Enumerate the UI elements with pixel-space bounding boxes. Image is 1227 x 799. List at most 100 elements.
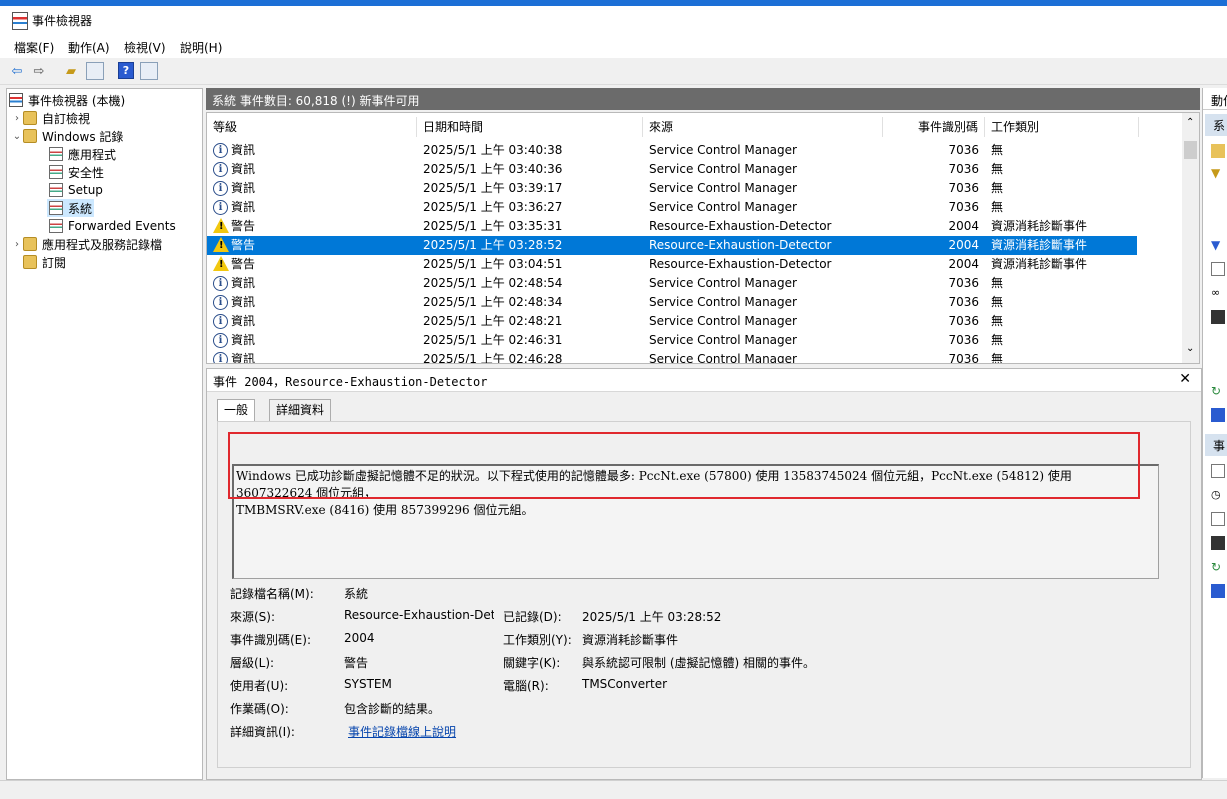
event-message-line: TMBMSRV.exe (8416) 使用 857399296 個位元組。 [236, 503, 534, 517]
menu-file[interactable]: 檔案(F) [14, 39, 54, 56]
refresh-icon[interactable]: ↻ [1211, 560, 1225, 574]
copy-icon[interactable] [1211, 512, 1225, 526]
refresh-icon[interactable]: ↻ [1211, 384, 1225, 398]
chevron-right-icon[interactable]: › [11, 239, 23, 250]
back-icon[interactable]: ⇦ [8, 62, 26, 80]
open-log-icon[interactable] [1211, 144, 1225, 158]
event-row[interactable]: i 資訊 2025/5/1 上午 02:46:31 Service Control M… [207, 331, 1137, 350]
cell-datetime: 2025/5/1 上午 03:40:38 [423, 143, 563, 157]
column-source[interactable]: 來源 [643, 117, 883, 137]
event-row[interactable]: i 資訊 2025/5/1 上午 02:48:54 Service Control M… [207, 274, 1137, 293]
show-tree-icon[interactable] [86, 62, 104, 80]
cell-source: Service Control Manager [649, 200, 797, 214]
online-help-link[interactable]: 事件記錄檔線上說明 [348, 723, 456, 740]
column-event-id[interactable]: 事件識別碼 [883, 117, 985, 137]
menu-action[interactable]: 動作(A) [68, 39, 110, 56]
tree-log-system[interactable]: 系統 [47, 199, 95, 217]
cell-task: 無 [991, 276, 1004, 290]
tree-app-services[interactable]: › 應用程式及服務記錄檔 [11, 235, 162, 253]
filter-icon[interactable]: ▼ [1211, 166, 1225, 180]
navigation-tree: 事件檢視器 (本機) › 自訂檢視 ⌄ Windows 記錄 應用程式 安全性 … [6, 88, 203, 780]
cell-source: Service Control Manager [649, 295, 797, 309]
actions-pane: 動作 系 ▼ ▼ ∞ ↻ 事 ◷ ↻ [1202, 88, 1227, 778]
cell-source: Service Control Manager [649, 314, 797, 328]
computer-value: TMSConverter [582, 677, 668, 691]
event-row[interactable]: i 資訊 2025/5/1 上午 03:36:27 Service Control M… [207, 198, 1137, 217]
info-icon: i [213, 143, 228, 158]
column-datetime[interactable]: 日期和時間 [417, 117, 643, 137]
help-icon[interactable] [1211, 408, 1225, 422]
cell-datetime: 2025/5/1 上午 02:46:31 [423, 333, 563, 347]
scrollbar-thumb[interactable] [1184, 141, 1197, 159]
cell-datetime: 2025/5/1 上午 03:04:51 [423, 257, 563, 271]
find-icon[interactable]: ∞ [1211, 286, 1225, 300]
tree-root[interactable]: 事件檢視器 (本機) [9, 91, 125, 109]
actions-section-event[interactable]: 事 [1205, 434, 1227, 456]
event-row[interactable]: i 資訊 2025/5/1 上午 02:46:28 Service Control M… [207, 350, 1137, 364]
cell-datetime: 2025/5/1 上午 02:48:21 [423, 314, 563, 328]
help-icon[interactable] [1211, 584, 1225, 598]
chevron-down-icon[interactable]: ⌄ [11, 131, 23, 142]
tree-windows-logs[interactable]: ⌄ Windows 記錄 [11, 127, 123, 145]
user-value: SYSTEM [344, 677, 392, 691]
tree-log-setup[interactable]: Setup [49, 181, 103, 199]
help-icon[interactable]: ? [118, 62, 134, 79]
tab-details[interactable]: 詳細資料 [269, 399, 332, 421]
tree-subscriptions[interactable]: 訂閱 [23, 253, 66, 271]
tree-log-forwarded[interactable]: Forwarded Events [49, 217, 176, 235]
cell-level: 警告 [231, 257, 256, 271]
info-icon: i [213, 295, 228, 310]
tab-general[interactable]: 一般 [217, 399, 256, 422]
keywords-value: 與系統認可限制 (虛擬記憶體) 相關的事件。 [582, 656, 815, 670]
column-level[interactable]: 等級 [207, 117, 417, 137]
chevron-down-icon[interactable]: ⌄ [1186, 343, 1194, 354]
menu-view[interactable]: 檢視(V) [124, 39, 166, 56]
actions-section-system[interactable]: 系 [1205, 114, 1227, 136]
filter-icon[interactable]: ▼ [1211, 238, 1225, 252]
tree-subscriptions-label: 訂閱 [42, 255, 67, 270]
chevron-right-icon[interactable]: › [11, 113, 23, 124]
event-row[interactable]: i 資訊 2025/5/1 上午 03:40:36 Service Control M… [207, 160, 1137, 179]
tree-custom-views[interactable]: › 自訂檢視 [11, 109, 90, 127]
event-row[interactable]: i 資訊 2025/5/1 上午 02:48:21 Service Control M… [207, 312, 1137, 331]
warning-icon [213, 256, 229, 271]
open-folder-icon[interactable]: ▰ [62, 62, 80, 80]
properties-icon[interactable] [1211, 262, 1225, 276]
event-row[interactable]: i 資訊 2025/5/1 上午 03:40:38 Service Control M… [207, 141, 1137, 160]
cell-task: 資源消耗診斷事件 [991, 238, 1088, 252]
tree-log-application[interactable]: 應用程式 [49, 145, 116, 163]
event-row[interactable]: i 資訊 2025/5/1 上午 02:48:34 Service Control M… [207, 293, 1137, 312]
actions-header: 動作 [1203, 88, 1227, 110]
event-id-value: 2004 [344, 631, 375, 645]
attach-task-icon[interactable]: ◷ [1211, 488, 1225, 502]
cell-task: 無 [991, 352, 1004, 364]
menu-help[interactable]: 說明(H) [180, 39, 222, 56]
show-action-pane-icon[interactable] [140, 62, 158, 80]
event-row[interactable]: 警告 2025/5/1 上午 03:35:31 Resource-Exhaustio… [207, 217, 1137, 236]
save-selected-icon[interactable] [1211, 536, 1225, 550]
save-icon[interactable] [1211, 310, 1225, 324]
event-row[interactable]: 警告 2025/5/1 上午 03:04:51 Resource-Exhaustio… [207, 255, 1137, 274]
cell-source: Resource-Exhaustion-Detector [649, 219, 832, 233]
keywords-label: 關鍵字(K): [503, 656, 561, 670]
source-label: 來源(S): [230, 610, 276, 624]
logged-value: 2025/5/1 上午 03:28:52 [582, 610, 722, 624]
chevron-up-icon[interactable]: ⌃ [1186, 117, 1194, 128]
column-task[interactable]: 工作類別 [985, 117, 1139, 137]
cell-datetime: 2025/5/1 上午 03:39:17 [423, 181, 563, 195]
tree-log-label: 系統 [68, 201, 93, 216]
log-icon [49, 147, 63, 161]
detail-header: 事件 2004，Resource-Exhaustion-Detector ✕ [207, 369, 1201, 392]
cell-task: 無 [991, 295, 1004, 309]
event-row[interactable]: i 資訊 2025/5/1 上午 03:39:17 Service Control M… [207, 179, 1137, 198]
title-bar: 事件檢視器 [0, 6, 1227, 34]
event-list-scrollbar[interactable]: ⌃ ⌄ [1182, 113, 1199, 363]
cell-level: 資訊 [231, 314, 256, 328]
folder-icon [23, 111, 37, 125]
forward-icon[interactable]: ⇨ [30, 62, 48, 80]
cell-source: Service Control Manager [649, 352, 797, 364]
event-properties-icon[interactable] [1211, 464, 1225, 478]
tree-log-security[interactable]: 安全性 [49, 163, 104, 181]
event-row[interactable]: 警告 2025/5/1 上午 03:28:52 Resource-Exhaustio… [207, 236, 1137, 255]
close-icon[interactable]: ✕ [1179, 371, 1191, 387]
